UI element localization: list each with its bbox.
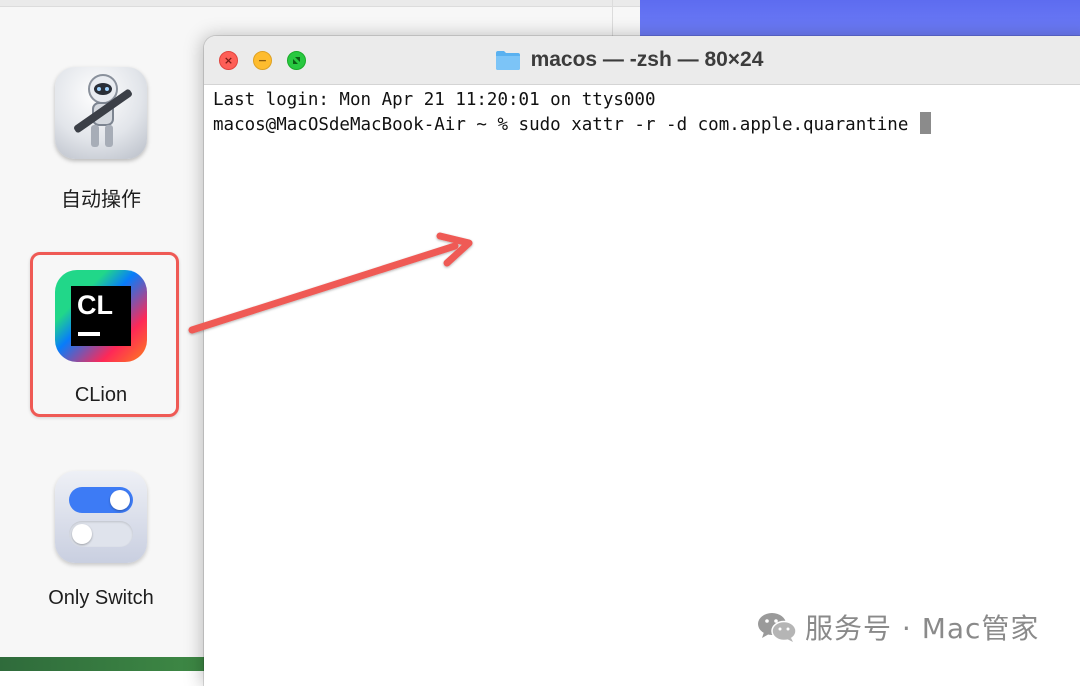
window-title-text: macos — -zsh — 80×24 bbox=[530, 48, 764, 71]
desktop-wallpaper bbox=[640, 0, 1080, 40]
watermark: 服务号 · Mac管家 bbox=[757, 607, 1039, 647]
terminal-output[interactable]: Last login: Mon Apr 21 11:20:01 on ttys0… bbox=[213, 88, 1080, 686]
automator-icon bbox=[55, 67, 147, 159]
app-label: Only Switch bbox=[48, 587, 154, 609]
app-automator[interactable]: 自动操作 bbox=[11, 67, 191, 212]
finder-toolbar-edge bbox=[0, 0, 640, 7]
highlight-box bbox=[30, 252, 179, 417]
terminal-line: macos@MacOSdeMacBook-Air ~ % sudo xattr … bbox=[213, 115, 919, 135]
app-only-switch[interactable]: Only Switch bbox=[11, 471, 191, 610]
terminal-line: Last login: Mon Apr 21 11:20:01 on ttys0… bbox=[213, 90, 656, 110]
window-title: macos — -zsh — 80×24 bbox=[204, 46, 1080, 74]
watermark-text: 服务号 · Mac管家 bbox=[805, 612, 1040, 645]
desktop-wallpaper-strip bbox=[0, 657, 210, 671]
wechat-icon bbox=[758, 613, 797, 642]
terminal-prompt-line: macos@MacOSdeMacBook-Air ~ % sudo xattr … bbox=[213, 112, 1080, 137]
only-switch-icon bbox=[55, 471, 147, 563]
app-label: 自动操作 bbox=[61, 189, 141, 211]
terminal-titlebar[interactable]: × − macos — -zsh — 80×24 bbox=[204, 36, 1080, 85]
folder-icon bbox=[495, 49, 521, 71]
finder-divider bbox=[612, 0, 613, 40]
terminal-window[interactable]: × − macos — -zsh — 80×24 Last login: Mon… bbox=[204, 36, 1080, 686]
text-cursor bbox=[919, 112, 931, 134]
